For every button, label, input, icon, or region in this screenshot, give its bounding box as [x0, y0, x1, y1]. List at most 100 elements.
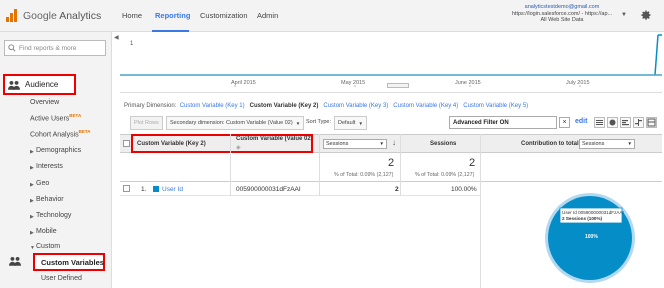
- account-selector[interactable]: analyticstestdemo@gmail.com https://logi…: [508, 4, 616, 24]
- nav-customization[interactable]: Customization: [200, 11, 248, 20]
- chart-x-tick: May 2015: [341, 80, 366, 86]
- dimension-key-5[interactable]: Custom Variable (Key 5): [463, 103, 528, 109]
- row-checkbox[interactable]: [123, 185, 130, 192]
- sidebar-item-overview[interactable]: Overview: [30, 99, 59, 106]
- google-analytics-logo[interactable]: Google Analytics: [5, 9, 101, 23]
- row-index: 1.: [141, 186, 147, 193]
- metric-select[interactable]: Sessions ▼: [323, 139, 387, 149]
- chart-x-tick: June 2015: [455, 80, 481, 86]
- sidebar-item-custom[interactable]: Custom: [36, 243, 60, 250]
- sort-type-value: Default: [338, 120, 356, 126]
- advanced-filter-input[interactable]: Advanced Filter ON: [449, 116, 557, 129]
- caret-right-icon: ▶: [30, 214, 34, 220]
- logo-analytics: Analytics: [59, 10, 102, 22]
- chart-x-tick: July 2015: [566, 80, 590, 86]
- pie-view-icon[interactable]: [607, 117, 618, 128]
- sidebar-item-demographics[interactable]: Demographics: [36, 147, 81, 154]
- primary-dimension-bar: Primary Dimension: Custom Variable (Key …: [124, 103, 528, 109]
- total-sessions-secondary-pct: % of Total: 0.09% (2,127): [415, 172, 475, 178]
- logo-google: Google: [23, 10, 57, 22]
- sidebar-item-mobile[interactable]: Mobile: [36, 228, 57, 235]
- sort-type-select[interactable]: Default ▼: [334, 116, 367, 130]
- sidebar-item-behavior[interactable]: Behavior: [36, 196, 64, 203]
- top-bar: Google Analytics Home Reporting Customiz…: [0, 0, 664, 32]
- caret-down-icon: ▼: [358, 120, 363, 126]
- dimension-headers-highlight: [131, 134, 313, 153]
- beta-badge: BETA: [78, 129, 91, 134]
- row-key-link[interactable]: User Id: [162, 186, 183, 193]
- col-header-sessions[interactable]: Sessions: [430, 141, 456, 147]
- search-icon: [8, 44, 16, 52]
- chart-resize-handle[interactable]: [387, 83, 409, 88]
- row-sessions-pct: 100.00%: [451, 186, 477, 193]
- contribution-label: Contribution to total:: [521, 141, 581, 147]
- plot-rows-button[interactable]: Plot Rows: [130, 116, 163, 130]
- account-view: All Web Site Data: [540, 17, 584, 23]
- sidebar-item-technology[interactable]: Technology: [36, 212, 71, 219]
- sort-arrow-icon[interactable]: ↓: [392, 138, 396, 147]
- comparison-view-icon[interactable]: [633, 117, 644, 128]
- nav-reporting[interactable]: Reporting: [155, 11, 190, 20]
- caret-down-icon: ▼: [295, 120, 301, 126]
- people-icon: [8, 80, 20, 90]
- gear-icon[interactable]: [640, 9, 652, 21]
- sidebar-item-active-users[interactable]: Active UsersBETA: [30, 113, 81, 122]
- active-users-label: Active Users: [30, 115, 70, 123]
- sidebar-item-user-defined[interactable]: User Defined: [41, 275, 82, 282]
- search-placeholder: Find reports & more: [19, 44, 77, 52]
- row-sessions: 2: [395, 186, 399, 193]
- sidebar-item-cohort-analysis[interactable]: Cohort AnalysisBETA: [30, 129, 91, 138]
- caret-right-icon: ▶: [30, 198, 34, 204]
- performance-view-icon[interactable]: [620, 117, 631, 128]
- pie-tooltip-line2: 2 Sessions (100%): [562, 216, 603, 221]
- caret-right-icon: ▶: [30, 165, 34, 171]
- chevron-down-icon[interactable]: ▼: [621, 12, 627, 18]
- metric-select-value: Sessions: [326, 141, 349, 147]
- search-input[interactable]: Find reports & more: [4, 40, 106, 56]
- caret-right-icon: ▶: [30, 182, 34, 188]
- contribution-pie-chart[interactable]: User Id 005900000031dFzAAI 2 Sessions (1…: [530, 188, 650, 288]
- sessions-spike: [654, 34, 659, 76]
- column-divider: [400, 134, 401, 196]
- dimension-key-2[interactable]: Custom Variable (Key 2): [250, 103, 319, 109]
- secondary-dimension-select[interactable]: Secondary dimension: Custom Variable (Va…: [166, 116, 305, 130]
- column-divider: [319, 134, 320, 196]
- caret-down-icon: ▼: [30, 245, 35, 251]
- people-icon: [9, 256, 21, 266]
- chart-y-tick: 1: [130, 41, 134, 47]
- active-tab-indicator: [152, 30, 189, 32]
- sidebar-item-custom-variables[interactable]: Custom Variables: [41, 258, 104, 267]
- clear-filter-button[interactable]: ×: [559, 117, 570, 128]
- beta-badge: BETA: [69, 113, 82, 118]
- secondary-dimension-value: Secondary dimension: Custom Variable (Va…: [170, 120, 293, 126]
- cohort-analysis-label: Cohort Analysis: [30, 131, 79, 139]
- select-all-checkbox[interactable]: [123, 140, 130, 147]
- collapse-sidebar-icon[interactable]: ◀: [114, 34, 119, 41]
- row-value: 005900000031dFzAAI: [236, 186, 301, 193]
- pie-tooltip-line1: User Id 005900000031dFzAAI: [562, 210, 624, 215]
- table-view-icon[interactable]: [594, 117, 605, 128]
- dimension-key-4[interactable]: Custom Variable (Key 4): [393, 103, 458, 109]
- sidebar-item-interests[interactable]: Interests: [36, 163, 63, 170]
- column-divider: [480, 134, 481, 288]
- dimension-key-1[interactable]: Custom Variable (Key 1): [180, 103, 245, 109]
- total-sessions-pct: % of Total: 0.09% (2,127): [334, 172, 394, 178]
- contribution-select[interactable]: Sessions ▼: [579, 139, 635, 149]
- sidebar-item-audience[interactable]: Audience: [25, 80, 58, 89]
- nav-home[interactable]: Home: [122, 11, 142, 20]
- sidebar-item-geo[interactable]: Geo: [36, 180, 49, 187]
- pivot-view-icon[interactable]: [646, 117, 657, 128]
- dimension-key-3[interactable]: Custom Variable (Key 3): [323, 103, 388, 109]
- pie-slice-label: 100%: [585, 234, 598, 240]
- sort-type-label: Sort Type:: [306, 119, 331, 125]
- chart-x-tick: April 2015: [231, 80, 256, 86]
- total-sessions: 2: [388, 157, 395, 169]
- nav-admin[interactable]: Admin: [257, 11, 278, 20]
- caret-down-icon: ▼: [379, 141, 384, 146]
- row-color-swatch: [153, 186, 159, 192]
- primary-dimension-label: Primary Dimension:: [124, 103, 177, 109]
- edit-filter-link[interactable]: edit: [575, 118, 587, 125]
- contribution-select-value: Sessions: [582, 141, 605, 147]
- analytics-logo-icon: [5, 9, 19, 23]
- column-divider: [230, 134, 231, 196]
